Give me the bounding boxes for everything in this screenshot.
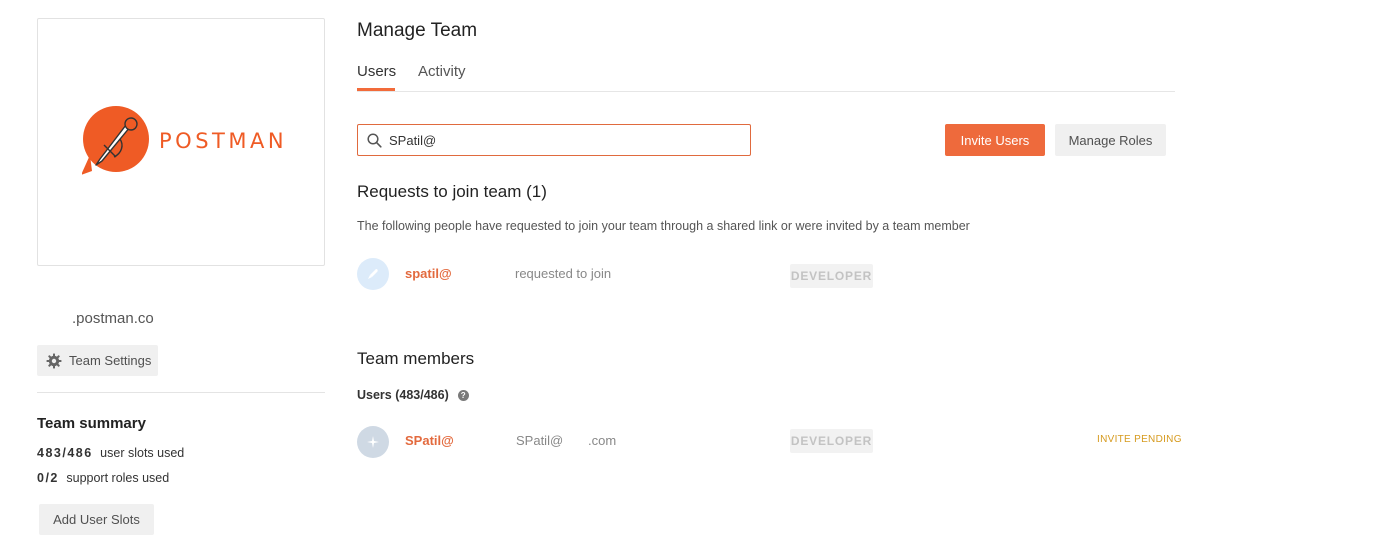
member-email-domain: .com (588, 433, 617, 448)
tabs-border (357, 91, 1175, 92)
add-user-slots-button[interactable]: Add User Slots (39, 504, 154, 535)
sparkle-icon (367, 436, 379, 448)
role-badge: DEVELOPER (790, 264, 873, 288)
invite-users-button[interactable]: Invite Users (945, 124, 1045, 156)
tab-users[interactable]: Users (357, 63, 396, 80)
manage-roles-button[interactable]: Manage Roles (1055, 124, 1166, 156)
team-settings-button[interactable]: Team Settings (37, 345, 158, 376)
gear-icon (46, 353, 62, 368)
sidebar-divider (37, 392, 325, 393)
request-user-name[interactable]: spatil@ (405, 266, 452, 281)
postman-wordmark: POSTMAN (159, 129, 288, 153)
support-roles-summary: 0/2 support roles used (37, 471, 169, 485)
team-summary-title: Team summary (37, 415, 146, 432)
avatar (357, 258, 389, 290)
team-domain: .postman.co (72, 310, 154, 327)
postman-logo-icon (82, 106, 149, 175)
user-slots-summary: 483/486 user slots used (37, 446, 184, 460)
requests-section-title: Requests to join team (1) (357, 182, 547, 201)
users-count-label: Users (483/486) (357, 388, 449, 402)
support-roles-value: 0/2 (37, 471, 59, 485)
rocket-icon (368, 269, 378, 279)
active-tab-indicator (357, 88, 395, 91)
team-logo-card: POSTMAN (37, 18, 325, 266)
role-badge: DEVELOPER (790, 429, 873, 453)
member-user-name[interactable]: SPatil@ (405, 433, 454, 448)
avatar (357, 426, 389, 458)
search-input[interactable] (389, 132, 719, 148)
users-count: Users (483/486) ? (357, 388, 469, 402)
page-title: Manage Team (357, 20, 478, 41)
team-settings-label: Team Settings (69, 353, 152, 368)
user-slots-value: 483/486 (37, 446, 93, 460)
search-field[interactable] (357, 124, 751, 156)
invite-pending-status: INVITE PENDING (1097, 434, 1182, 445)
team-members-title: Team members (357, 349, 475, 368)
member-email-user: SPatil@ (516, 433, 564, 448)
requests-description: The following people have requested to j… (357, 219, 970, 233)
tab-activity[interactable]: Activity (418, 63, 466, 80)
support-roles-text: support roles used (66, 471, 170, 485)
search-icon (367, 132, 382, 148)
user-slots-text: user slots used (100, 446, 185, 460)
help-icon[interactable]: ? (457, 389, 469, 401)
request-status: requested to join (515, 266, 612, 281)
